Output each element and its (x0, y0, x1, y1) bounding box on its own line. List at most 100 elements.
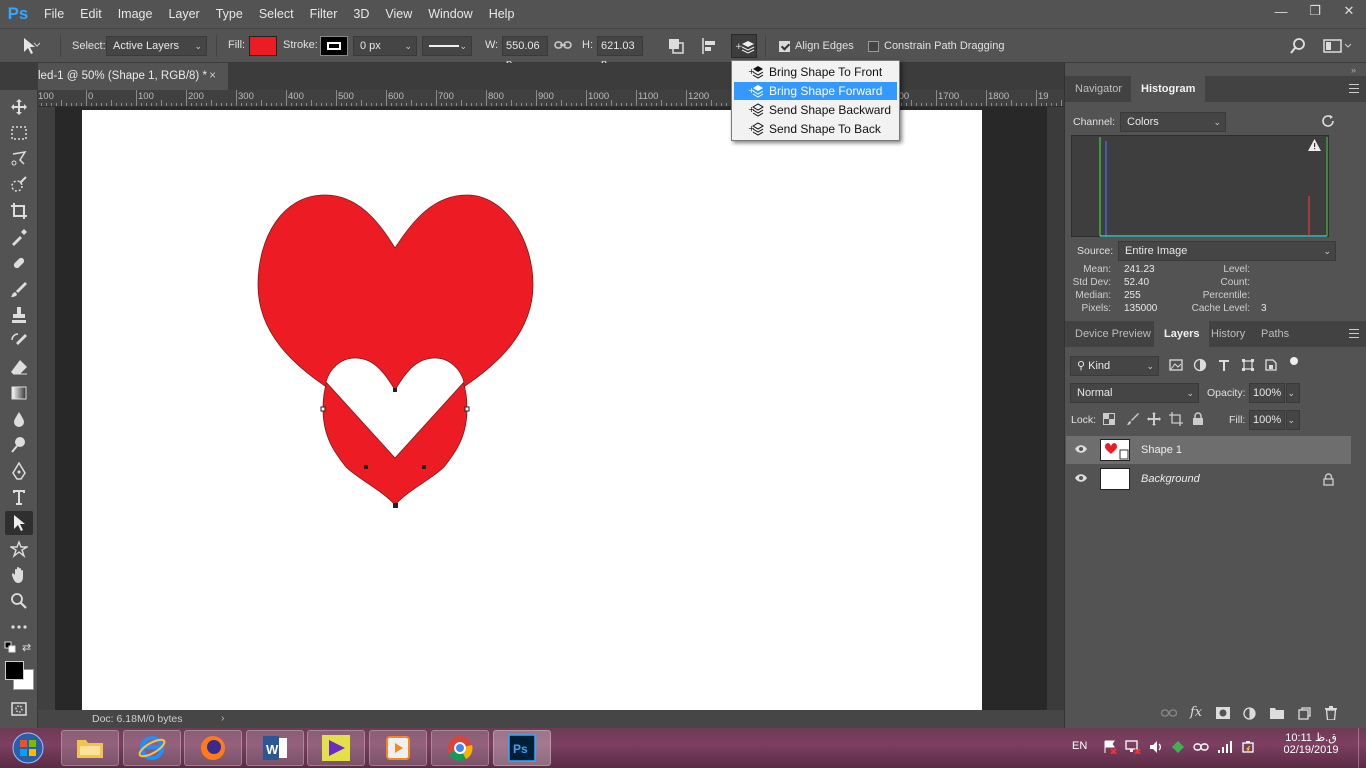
video-app-icon[interactable] (369, 730, 427, 766)
menu-3d[interactable]: 3D (345, 0, 377, 28)
fill-slider-button[interactable]: ⌄ (1286, 410, 1300, 430)
start-button[interactable] (6, 730, 50, 766)
tab-history[interactable]: History (1201, 321, 1255, 347)
search-icon[interactable] (1289, 37, 1307, 58)
path-operations-icon[interactable] (667, 37, 685, 58)
menu-image[interactable]: Image (110, 0, 161, 28)
document-canvas[interactable] (82, 110, 982, 710)
panel-menu-icon[interactable] (1349, 329, 1359, 338)
tab-navigator[interactable]: Navigator (1065, 76, 1132, 102)
status-menu-chevron-icon[interactable]: › (221, 712, 225, 724)
vertical-scrollbar[interactable] (1047, 107, 1064, 710)
align-edges-checkbox[interactable] (779, 40, 790, 52)
pixel-layer-filter-icon[interactable] (1169, 358, 1183, 375)
path-selection-tool-icon[interactable] (5, 511, 33, 535)
signal-icon[interactable] (1217, 740, 1233, 754)
anchor-point[interactable] (364, 465, 368, 469)
tab-paths[interactable]: Paths (1251, 321, 1299, 347)
foreground-color-swatch[interactable] (5, 661, 24, 680)
action-center-icon[interactable] (1103, 740, 1117, 754)
photoshop-taskbar-icon[interactable]: Ps (493, 730, 551, 766)
eraser-tool-icon[interactable] (5, 355, 33, 379)
menu-help[interactable]: Help (481, 0, 523, 28)
blur-tool-icon[interactable] (5, 407, 33, 431)
channel-dropdown[interactable]: Colors ⌄ (1120, 112, 1226, 132)
close-button[interactable]: ✕ (1332, 0, 1366, 22)
height-field[interactable]: 621.03 p (597, 36, 643, 70)
menu-window[interactable]: Window (420, 0, 480, 28)
visibility-eye-icon[interactable] (1074, 444, 1088, 454)
dodge-tool-icon[interactable] (5, 433, 33, 457)
firefox-icon[interactable] (184, 730, 242, 766)
filter-toggle-icon[interactable] (1290, 357, 1298, 365)
show-desktop-button[interactable] (1358, 728, 1366, 768)
new-group-icon[interactable] (1270, 707, 1284, 722)
restore-button[interactable]: ❐ (1298, 0, 1332, 22)
type-filter-icon[interactable] (1217, 358, 1231, 375)
layer-row-shape-1[interactable]: Shape 1 (1066, 436, 1351, 464)
gradient-tool-icon[interactable] (5, 381, 33, 405)
clone-stamp-tool-icon[interactable] (5, 303, 33, 327)
delete-layer-icon[interactable] (1325, 706, 1337, 723)
link-layers-icon[interactable] (1160, 708, 1178, 721)
brush-tool-icon[interactable] (5, 277, 33, 301)
menu-view[interactable]: View (377, 0, 420, 28)
collapse-panels-icon[interactable]: » (1351, 65, 1356, 75)
menu-type[interactable]: Type (208, 0, 251, 28)
internet-explorer-icon[interactable] (123, 730, 181, 766)
anchor-point[interactable] (320, 406, 326, 412)
stroke-width-field[interactable]: 0 px ⌄ (353, 36, 417, 56)
healing-brush-tool-icon[interactable] (5, 251, 33, 275)
opacity-field[interactable]: 100% (1249, 383, 1285, 403)
path-arrangement-button[interactable]: + (731, 34, 757, 58)
chrome-icon[interactable] (431, 730, 489, 766)
anchor-point[interactable] (393, 503, 398, 508)
fill-field[interactable]: 100% (1249, 410, 1285, 430)
lasso-tool-icon[interactable] (5, 147, 33, 171)
tab-device-preview[interactable]: Device Preview (1065, 321, 1161, 347)
warning-icon[interactable] (1308, 139, 1321, 154)
add-mask-icon[interactable] (1216, 707, 1230, 722)
anchor-point[interactable] (393, 388, 397, 392)
layer-row-background[interactable]: Background (1066, 465, 1351, 493)
more-tools-icon[interactable] (5, 615, 33, 639)
quick-selection-tool-icon[interactable] (5, 173, 33, 197)
new-layer-icon[interactable] (1298, 707, 1311, 723)
bring-shape-to-front-item[interactable]: + Bring Shape To Front (734, 63, 897, 81)
history-brush-tool-icon[interactable] (5, 329, 33, 353)
menu-filter[interactable]: Filter (302, 0, 346, 28)
word-icon[interactable]: W (246, 730, 304, 766)
select-dropdown[interactable]: Active Layers ⌄ (106, 36, 207, 56)
bring-shape-forward-item[interactable]: + Bring Shape Forward (734, 82, 897, 100)
file-explorer-icon[interactable] (61, 730, 119, 766)
marquee-tool-icon[interactable] (5, 121, 33, 145)
menu-edit[interactable]: Edit (72, 0, 110, 28)
media-player-icon[interactable] (307, 730, 365, 766)
link-icon[interactable] (554, 38, 572, 55)
lock-image-icon[interactable] (1126, 412, 1140, 429)
eyedropper-tool-icon[interactable] (5, 225, 33, 249)
lock-position-icon[interactable] (1147, 412, 1161, 429)
system-clock[interactable]: 10:11 ق.ظ 02/19/2019 (1276, 731, 1346, 756)
link-tray-icon[interactable] (1193, 740, 1209, 754)
zoom-tool-icon[interactable] (5, 589, 33, 613)
send-shape-backward-item[interactable]: + Send Shape Backward (734, 101, 897, 119)
path-alignment-icon[interactable] (700, 37, 718, 58)
document-tab[interactable]: led-1 @ 50% (Shape 1, RGB/8) * × (38, 63, 228, 90)
menu-select[interactable]: Select (251, 0, 302, 28)
hand-tool-icon[interactable] (5, 563, 33, 587)
tab-histogram[interactable]: Histogram (1131, 76, 1206, 102)
menu-layer[interactable]: Layer (160, 0, 207, 28)
blend-mode-dropdown[interactable]: Normal ⌄ (1070, 383, 1199, 403)
minimize-button[interactable]: — (1264, 0, 1298, 22)
path-selection-tool-icon[interactable] (20, 37, 41, 58)
crop-tool-icon[interactable] (5, 199, 33, 223)
layer-filter-dropdown[interactable]: ⚲ Kind ⌄ (1070, 356, 1159, 376)
heart-shapes[interactable] (82, 110, 982, 710)
volume-icon[interactable] (1149, 740, 1163, 754)
smart-object-filter-icon[interactable] (1264, 358, 1278, 375)
language-indicator[interactable]: EN (1072, 740, 1087, 752)
lock-all-icon[interactable] (1192, 412, 1204, 429)
source-dropdown[interactable]: Entire Image ⌄ (1118, 241, 1336, 261)
anchor-point[interactable] (464, 406, 470, 412)
